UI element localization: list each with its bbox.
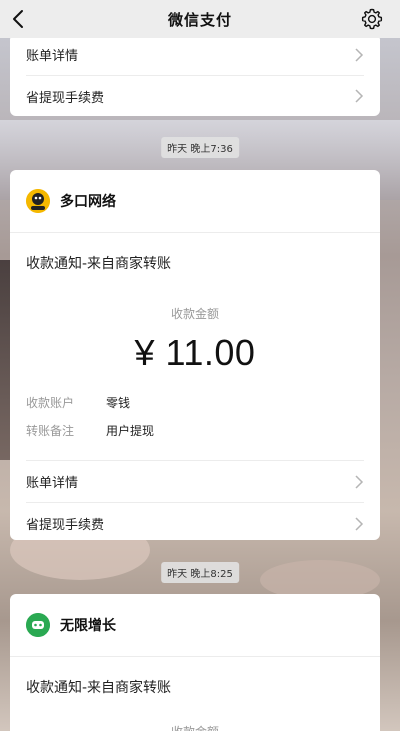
row-label: 省提现手续费 — [26, 90, 105, 106]
save-fee-row[interactable]: 省提现手续费 — [10, 503, 380, 540]
merchant-name: 无限增长 — [60, 618, 116, 634]
merchant-logo-icon — [26, 189, 50, 213]
detail-value: 零钱 — [106, 395, 131, 410]
chevron-right-icon — [355, 89, 364, 103]
detail-value: 用户提现 — [106, 423, 155, 438]
row-label: 省提现手续费 — [26, 518, 105, 533]
merchant-header[interactable]: 多口网络 — [10, 170, 380, 232]
navigation-bar: 微信支付 — [0, 0, 400, 38]
message-title: 收款通知-来自商家转账 — [26, 680, 172, 696]
merchant-name: 多口网络 — [60, 194, 116, 210]
detail-key: 转账备注 — [26, 423, 75, 438]
chevron-right-icon — [355, 474, 364, 489]
previous-message-card: 账单详情 省提现手续费 — [10, 34, 380, 116]
page-title: 微信支付 — [167, 10, 232, 29]
amount-label: 收款金额 — [10, 723, 380, 731]
message-title: 收款通知-来自商家转账 — [26, 256, 172, 272]
detail-row: 转账备注 用户提现 — [10, 416, 380, 444]
bill-details-row[interactable]: 账单详情 — [10, 461, 380, 502]
chevron-right-icon — [355, 516, 364, 531]
merchant-logo-icon — [26, 613, 50, 637]
payment-message-card[interactable]: 无限增长 收款通知-来自商家转账 收款金额 — [10, 594, 380, 731]
chevron-right-icon — [355, 47, 364, 62]
amount-label: 收款金额 — [170, 307, 219, 321]
detail-key: 收款账户 — [26, 395, 75, 410]
row-label: 账单详情 — [26, 476, 79, 491]
message-timestamp: 昨天 晚上8:25 — [161, 562, 239, 583]
message-timestamp: 昨天 晚上7:36 — [161, 137, 239, 158]
save-fee-row[interactable]: 省提现手续费 — [10, 76, 380, 116]
row-label: 账单详情 — [26, 49, 79, 64]
merchant-header[interactable]: 无限增长 — [10, 594, 380, 656]
payment-message-card[interactable]: 多口网络 收款通知-来自商家转账 收款金额 ¥ 11.00 收款账户 零钱 转账… — [10, 170, 380, 540]
detail-row: 收款账户 零钱 — [10, 388, 380, 416]
back-arrow-icon[interactable] — [6, 6, 32, 32]
bill-details-row[interactable]: 账单详情 — [10, 34, 380, 75]
gear-icon[interactable] — [360, 7, 384, 31]
amount-value: ¥ 11.00 — [134, 332, 256, 373]
